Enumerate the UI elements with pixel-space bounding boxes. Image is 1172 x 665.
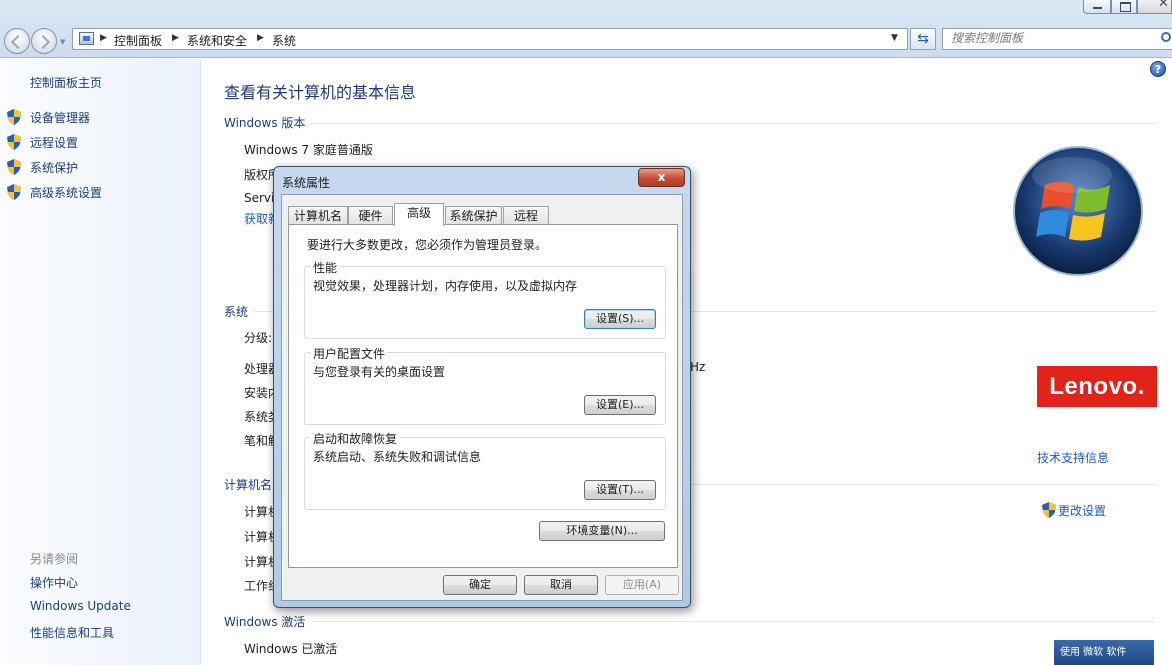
page-title: 查看有关计算机的基本信息	[224, 83, 417, 102]
chevron-right-icon[interactable]: ▶	[172, 33, 179, 43]
search-box[interactable]	[942, 28, 1172, 50]
startup-recovery-group-title: 启动和故障恢复	[311, 430, 400, 447]
forward-button[interactable]	[31, 28, 57, 54]
user-profiles-settings-button[interactable]: 设置(E)...	[584, 395, 656, 415]
tab-advanced[interactable]: 高级	[394, 203, 444, 226]
tab-computer-name[interactable]: 计算机名	[288, 206, 348, 225]
refresh-button[interactable]: ⇆	[910, 28, 936, 50]
uac-shield-icon	[7, 109, 21, 125]
rating-label: 分级:	[244, 331, 273, 345]
system-heading: 系统	[224, 305, 249, 319]
tab-remote[interactable]: 远程	[503, 206, 549, 225]
tab-system-protection[interactable]: 系统保护	[445, 206, 502, 225]
admin-note: 要进行大多数更改，您必须作为管理员登录。	[307, 238, 548, 252]
apply-button[interactable]: 应用(A)	[605, 575, 679, 595]
genuine-software-badge[interactable]: 使用 微软 软件	[1054, 640, 1154, 665]
section-divider	[312, 621, 1156, 622]
support-info-link[interactable]: 技术支持信息	[1037, 449, 1109, 466]
close-icon: x	[657, 170, 666, 184]
change-settings-label: 更改设置	[1058, 504, 1107, 518]
search-input[interactable]	[951, 31, 1161, 45]
breadcrumb-control-panel[interactable]: 控制面板	[114, 32, 162, 49]
startup-recovery-group: 启动和故障恢复 系统启动、系统失败和调试信息 设置(T)...	[304, 430, 666, 510]
windows-edition-heading: Windows 版本	[224, 116, 306, 130]
performance-group-title: 性能	[311, 259, 340, 276]
performance-group-desc: 视觉效果，处理器计划，内存使用，以及虚拟内存	[313, 279, 578, 293]
minimize-button[interactable]	[1083, 0, 1111, 14]
refresh-icon: ⇆	[917, 31, 929, 47]
close-icon: ✕	[1158, 0, 1169, 11]
ok-button[interactable]: 确定	[443, 575, 517, 595]
see-also-windows-update[interactable]: Windows Update	[30, 599, 131, 613]
lenovo-logo: Lenovo.	[1037, 366, 1157, 407]
change-settings-link[interactable]: 更改设置	[1042, 502, 1106, 519]
activation-heading: Windows 激活	[224, 615, 306, 629]
address-toolbar: ▼ ▶ 控制面板 ▶ 系统和安全 ▶ 系统 ▼ ⇆	[0, 26, 1172, 58]
breadcrumb-system[interactable]: 系统	[272, 32, 296, 49]
help-icon[interactable]: ?	[1150, 61, 1166, 77]
dialog-title: 系统属性	[282, 176, 331, 190]
dialog-close-button[interactable]: x	[638, 168, 685, 187]
activation-status: Windows 已激活	[244, 642, 338, 656]
uac-shield-icon	[7, 159, 21, 175]
dialog-client-area: 计算机名 硬件 高级 系统保护 远程 要进行大多数更改，您必须作为管理员登录。 …	[281, 194, 683, 601]
environment-variables-button[interactable]: 环境变量(N)...	[539, 521, 665, 541]
uac-shield-icon	[7, 184, 21, 200]
computer-name-heading: 计算机名	[224, 478, 273, 492]
back-button[interactable]	[4, 28, 30, 54]
performance-settings-button[interactable]: 设置(S)...	[584, 309, 656, 329]
tab-hardware[interactable]: 硬件	[348, 206, 393, 225]
windows-edition-value: Windows 7 家庭普通版	[244, 143, 373, 157]
user-profiles-group: 用户配置文件 与您登录有关的桌面设置 设置(E)...	[304, 345, 666, 425]
see-also-heading: 另请参阅	[30, 552, 79, 566]
search-icon[interactable]	[1161, 32, 1171, 42]
chevron-right-icon[interactable]: ▶	[257, 33, 264, 43]
control-panel-icon	[79, 32, 94, 45]
chevron-down-icon[interactable]: ▼	[891, 33, 898, 43]
sidebar-item-device-manager[interactable]: 设备管理器	[30, 109, 90, 126]
service-pack-text: Servi	[244, 191, 275, 205]
chevron-right-icon[interactable]: ▶	[100, 33, 107, 43]
address-box[interactable]: ▶ 控制面板 ▶ 系统和安全 ▶ 系统 ▼	[72, 28, 908, 50]
user-profiles-group-desc: 与您登录有关的桌面设置	[313, 365, 446, 379]
window-titlebar: ✕	[0, 0, 1172, 26]
maximize-button[interactable]	[1111, 0, 1137, 14]
left-nav-pane: 控制面板主页 设备管理器 远程设置 系统保护 高级系统设置 另请参阅 操作中心 …	[0, 59, 201, 665]
advanced-tab-panel: 要进行大多数更改，您必须作为管理员登录。 性能 视觉效果，处理器计划，内存使用，…	[288, 224, 678, 568]
startup-recovery-group-desc: 系统启动、系统失败和调试信息	[313, 450, 482, 464]
sidebar-item-system-protection[interactable]: 系统保护	[30, 159, 78, 176]
uac-shield-icon	[1042, 502, 1056, 518]
control-panel-home-link[interactable]: 控制面板主页	[30, 74, 102, 91]
recent-pages-dropdown[interactable]: ▼	[60, 38, 65, 46]
breadcrumb-system-security[interactable]: 系统和安全	[187, 32, 247, 49]
performance-group: 性能 视觉效果，处理器计划，内存使用，以及虚拟内存 设置(S)...	[304, 259, 666, 339]
see-also-performance-tools[interactable]: 性能信息和工具	[30, 624, 114, 641]
sidebar-item-advanced-settings[interactable]: 高级系统设置	[30, 184, 102, 201]
processor-value-suffix: Hz	[690, 360, 706, 374]
startup-recovery-settings-button[interactable]: 设置(T)...	[584, 480, 656, 500]
cancel-button[interactable]: 取消	[524, 575, 598, 595]
windows-logo	[1013, 146, 1143, 276]
see-also-action-center[interactable]: 操作中心	[30, 574, 78, 591]
sidebar-item-remote-settings[interactable]: 远程设置	[30, 134, 78, 151]
section-divider	[310, 123, 1156, 124]
user-profiles-group-title: 用户配置文件	[311, 345, 388, 362]
uac-shield-icon	[7, 134, 21, 150]
window-close-button[interactable]: ✕	[1137, 0, 1172, 14]
system-properties-dialog: 系统属性 x 计算机名 硬件 高级 系统保护 远程 要进行大多数更改，您必须作为…	[273, 166, 691, 608]
